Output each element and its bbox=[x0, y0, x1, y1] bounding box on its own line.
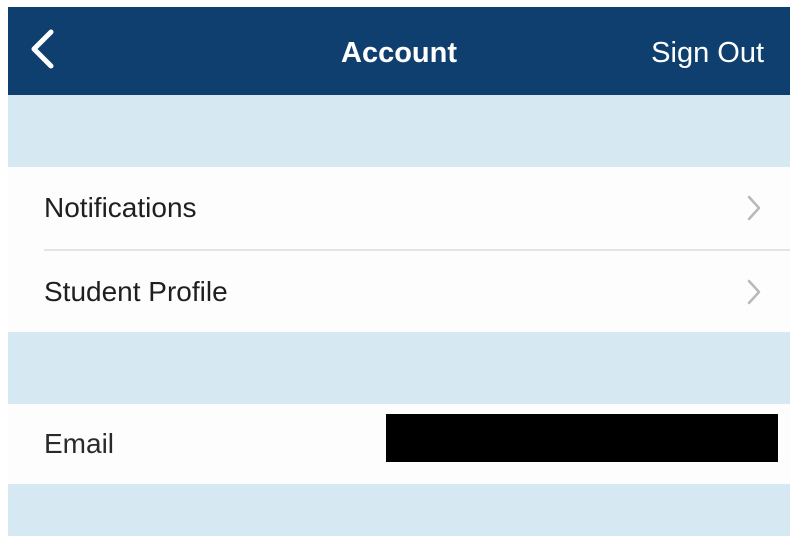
email-row: Email bbox=[8, 404, 790, 484]
chevron-left-icon bbox=[29, 29, 55, 74]
student-profile-row[interactable]: Student Profile bbox=[8, 251, 790, 333]
navigation-bar: Account Sign Out bbox=[8, 7, 790, 95]
notifications-row[interactable]: Notifications bbox=[8, 167, 790, 251]
chevron-right-icon bbox=[746, 194, 762, 222]
notifications-label: Notifications bbox=[44, 192, 197, 223]
sign-out-button[interactable]: Sign Out bbox=[651, 7, 764, 95]
section-spacer bbox=[8, 95, 790, 167]
app-screen: Account Sign Out Notifications Student P… bbox=[8, 7, 790, 536]
student-profile-label: Student Profile bbox=[44, 276, 228, 307]
account-info-group: Email bbox=[8, 404, 790, 484]
email-label: Email bbox=[44, 428, 115, 459]
back-button[interactable] bbox=[22, 27, 62, 75]
email-value-redacted bbox=[386, 414, 778, 462]
settings-group: Notifications Student Profile bbox=[8, 167, 790, 332]
chevron-right-icon bbox=[746, 278, 762, 306]
